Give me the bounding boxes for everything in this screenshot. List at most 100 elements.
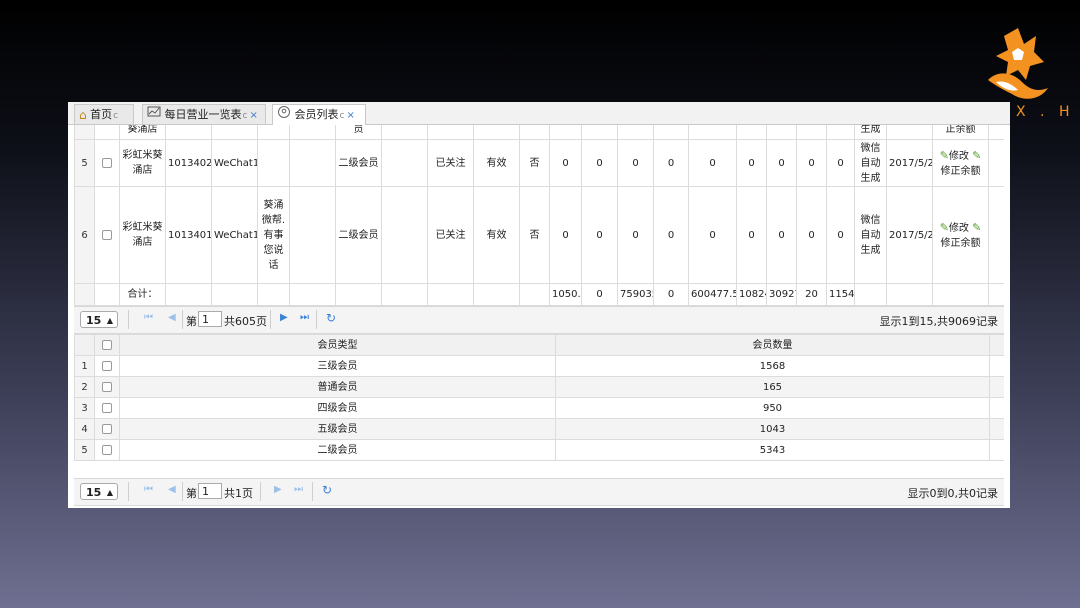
balance-link[interactable]: 修正余额	[941, 238, 981, 249]
table-row[interactable]: 5 二级会员 5343	[74, 439, 1004, 461]
balance-link[interactable]: 修正余额	[941, 166, 981, 177]
first-page-icon[interactable]: ⏮	[144, 484, 153, 495]
value-cell: 0	[826, 139, 855, 187]
row-checkbox[interactable]	[102, 360, 112, 371]
row-checkbox[interactable]	[102, 423, 112, 434]
page-input[interactable]: 1	[198, 483, 222, 499]
tab-label: 会员列表	[294, 108, 339, 121]
table-header: 会员类型 会员数量	[74, 334, 1004, 356]
page-size-select[interactable]: 15 ▲	[80, 483, 118, 500]
tab-home[interactable]: ⌂ 首页c	[74, 104, 134, 124]
value-cell: 0	[826, 186, 855, 284]
count-cell: 1568	[555, 355, 990, 377]
table-row[interactable]: 3 四级会员 950	[74, 397, 1004, 419]
total-value: 0	[653, 283, 689, 306]
edit-link[interactable]: 修改	[949, 223, 969, 234]
create-cell: 生成	[854, 125, 887, 140]
flag-cell: 否	[519, 139, 550, 187]
next-page-icon[interactable]: ▶	[274, 484, 282, 495]
value-cell: 0	[653, 139, 689, 187]
row-checkbox[interactable]	[102, 229, 112, 240]
table-row[interactable]: 4 五级会员 1043	[74, 418, 1004, 440]
value-cell: 0	[736, 139, 767, 187]
refresh-icon[interactable]: c	[113, 111, 118, 121]
member-grid: 葵涌店 员 生成 正余额 5 彩虹米葵涌店 1013402 WeChat1 二级…	[74, 125, 1004, 307]
type-cell: 五级会员	[119, 418, 556, 440]
row-checkbox[interactable]	[102, 157, 112, 168]
refresh-icon[interactable]: c	[243, 111, 248, 121]
tab-daily-report[interactable]: 每日营业一览表c ×	[142, 104, 266, 124]
follow-cell: 已关注	[427, 139, 474, 187]
row-index: 4	[74, 418, 95, 440]
home-icon: ⌂	[79, 108, 87, 122]
date-cell: 2017/5/24	[886, 186, 933, 284]
row-checkbox[interactable]	[102, 444, 112, 455]
value-cell: 0	[736, 186, 767, 284]
total-value: 30927	[766, 283, 797, 306]
select-arrow-icon: ▲	[106, 488, 113, 497]
date-cell: 2017/5/24	[886, 139, 933, 187]
total-value: 1050.4	[549, 283, 582, 306]
code-cell: 1013402	[165, 139, 212, 187]
valid-cell: 有效	[473, 139, 520, 187]
table-row[interactable]: 1 三级会员 1568	[74, 355, 1004, 377]
row-checkbox[interactable]	[102, 402, 112, 413]
value-cell: 0	[549, 186, 582, 284]
select-all-checkbox[interactable]	[102, 339, 112, 350]
pencil-icon: ✎	[972, 220, 982, 234]
table-row: 6 彩虹米葵涌店 1013401 WeChat1 葵涌微帮.有事您说话 二级会员…	[74, 186, 1004, 284]
refresh-icon[interactable]: c	[340, 111, 345, 121]
refresh-icon[interactable]: ↻	[326, 311, 336, 325]
page-size-select[interactable]: 15 ▲	[80, 311, 118, 328]
tab-label: 每日营业一览表	[164, 108, 242, 121]
row-index: 5	[74, 439, 95, 461]
nickname-cell: 葵涌微帮.有事您说话	[257, 186, 290, 284]
actions-cell: ✎修改 ✎ 修正余额	[932, 186, 989, 284]
value-cell: 0	[796, 139, 827, 187]
type-cell: 普通会员	[119, 376, 556, 398]
source-cell: WeChat1	[211, 186, 258, 284]
value-cell: 0	[766, 139, 797, 187]
value-cell: 0	[617, 139, 654, 187]
prev-page-icon[interactable]: ◀	[168, 484, 176, 495]
column-header[interactable]: 会员类型	[119, 334, 556, 356]
value-cell: 0	[581, 139, 618, 187]
edit-link[interactable]: 修改	[949, 151, 969, 162]
total-value: 759035	[617, 283, 654, 306]
pencil-icon: ✎	[939, 220, 949, 234]
first-page-icon[interactable]: ⏮	[144, 312, 153, 323]
last-page-icon[interactable]: ⏭	[300, 312, 309, 323]
pencil-icon: ✎	[939, 148, 949, 162]
valid-cell: 有效	[473, 186, 520, 284]
refresh-icon[interactable]: ↻	[322, 483, 332, 497]
row-index: 6	[74, 186, 95, 284]
brand-text: X . H	[1016, 104, 1075, 120]
value-cell: 0	[617, 186, 654, 284]
create-cell: 微信自动生成	[854, 186, 887, 284]
next-page-icon[interactable]: ▶	[280, 312, 288, 323]
chart-icon	[147, 105, 161, 125]
store-cell: 彩虹米葵涌店	[119, 186, 166, 284]
prev-page-icon[interactable]: ◀	[168, 312, 176, 323]
table-row[interactable]: 2 普通会员 165	[74, 376, 1004, 398]
actions-cell: 正余额	[932, 125, 989, 140]
page-prefix: 第	[186, 315, 197, 328]
app-window: ⌂ 首页c 每日营业一览表c × 会员列表c × 葵涌店 员 生成 正余额 5 …	[68, 102, 1010, 508]
record-info: 显示0到0,共0记录	[907, 487, 999, 500]
page-prefix: 第	[186, 487, 197, 500]
page-input[interactable]: 1	[198, 311, 222, 327]
close-icon[interactable]: ×	[346, 110, 354, 121]
total-value: 600477.5	[688, 283, 737, 306]
close-icon[interactable]: ×	[249, 110, 257, 121]
value-cell: 0	[766, 186, 797, 284]
tab-member-list[interactable]: 会员列表c ×	[272, 104, 366, 125]
count-cell: 165	[555, 376, 990, 398]
row-index: 3	[74, 397, 95, 419]
actions-cell: ✎修改 ✎ 修正余额	[932, 139, 989, 187]
value-cell: 0	[653, 186, 689, 284]
user-icon	[277, 105, 291, 125]
column-header[interactable]: 会员数量	[555, 334, 990, 356]
store-cell: 彩虹米葵涌店	[119, 139, 166, 187]
row-checkbox[interactable]	[102, 381, 112, 392]
last-page-icon[interactable]: ⏭	[294, 484, 303, 495]
